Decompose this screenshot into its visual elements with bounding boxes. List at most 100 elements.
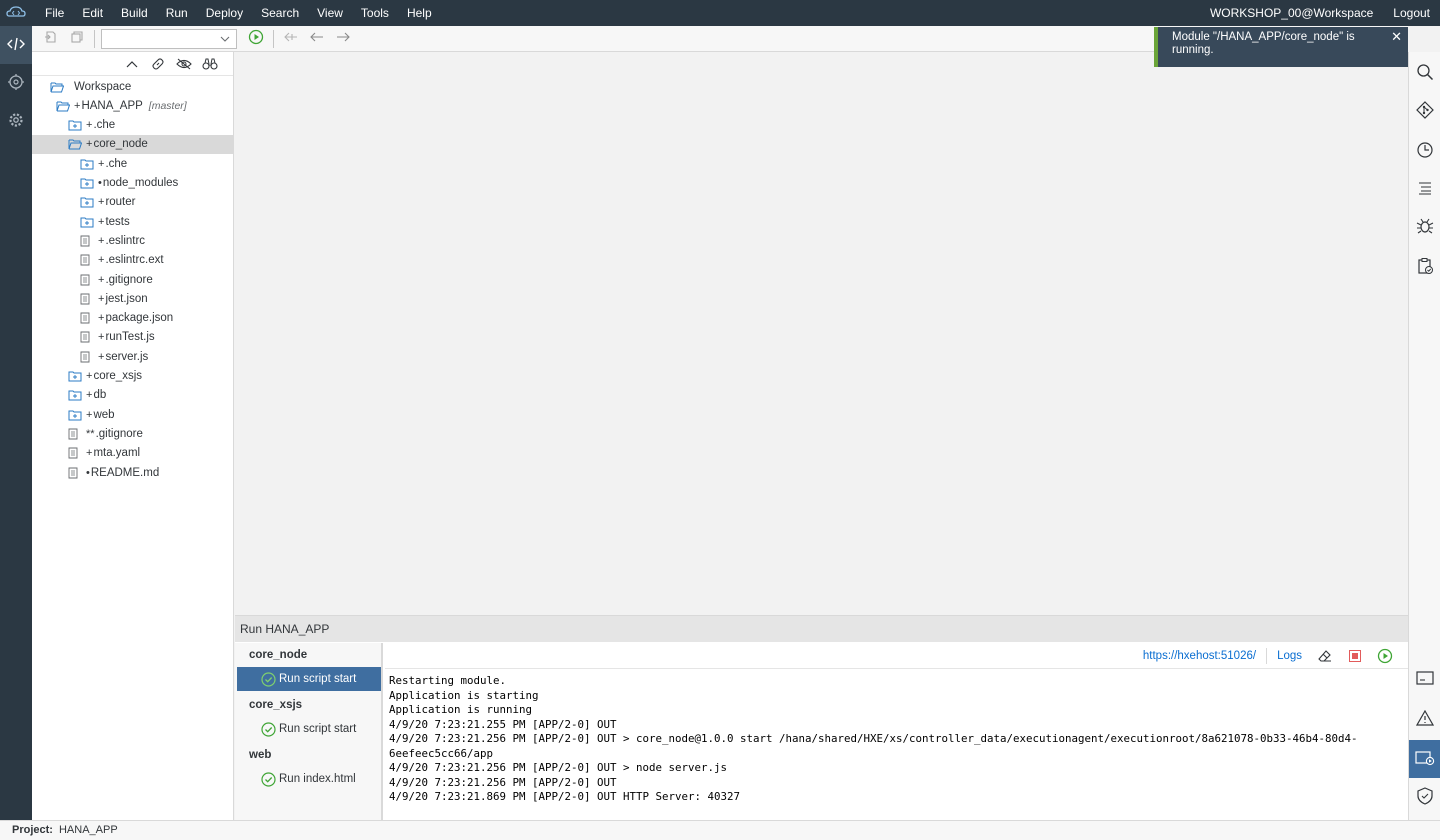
tree-folder[interactable]: + core_node	[32, 134, 234, 154]
tree-folder[interactable]: + .che	[32, 154, 234, 173]
run-configuration-select[interactable]	[101, 28, 237, 49]
run-config-web[interactable]: Run index.html	[237, 767, 381, 791]
menu-file[interactable]: File	[36, 0, 73, 26]
new-file-icon	[44, 30, 58, 47]
debugger-pane-button[interactable]	[1409, 208, 1440, 246]
tree-file[interactable]: + server.js	[32, 347, 234, 366]
menu-build[interactable]: Build	[112, 0, 157, 26]
editor-area	[235, 52, 1408, 614]
git-status-mark: +	[86, 119, 93, 132]
tree-folder[interactable]: + tests	[32, 212, 234, 231]
tree-folder[interactable]: + web	[32, 405, 234, 424]
navigate-back-button[interactable]	[304, 26, 330, 52]
tree-folder[interactable]: + db	[32, 386, 234, 405]
run-console-icon	[1415, 750, 1435, 769]
console-line: Restarting module.	[389, 674, 507, 687]
search-pane-button[interactable]	[1409, 54, 1440, 92]
run-config-label: Run script start	[279, 723, 357, 735]
git-status-mark: +	[86, 370, 93, 382]
toolbar-separator	[273, 29, 274, 48]
stop-button[interactable]	[1340, 645, 1370, 667]
file-icon	[80, 293, 94, 305]
folder-icon	[68, 389, 82, 401]
tree-file[interactable]: ** .gitignore	[32, 424, 234, 443]
run-icon	[248, 29, 264, 48]
tree-file[interactable]: + jest.json	[32, 289, 234, 308]
run-actions-bar: https://hxehost:51026/ Logs	[385, 643, 1408, 669]
hide-icon	[176, 58, 192, 69]
toggle-hidden-files-button[interactable]	[171, 53, 197, 75]
run-console-title: Run HANA_APP	[235, 616, 1408, 642]
debugger-icon	[1416, 217, 1434, 238]
clear-console-button[interactable]	[1310, 645, 1340, 667]
menu-view[interactable]: View	[308, 0, 352, 26]
git-pane-button[interactable]	[1409, 92, 1440, 130]
menu-tools[interactable]: Tools	[352, 0, 398, 26]
git-history-button[interactable]	[1409, 132, 1440, 170]
console-line: 4/9/20 7:23:21.869 PM [APP/2-0] OUT HTTP…	[389, 790, 741, 803]
tree-file[interactable]: + .eslintrc	[32, 231, 234, 250]
new-file-button[interactable]	[38, 26, 64, 52]
run-config-core-xsjs[interactable]: Run script start	[237, 717, 381, 741]
menu-search[interactable]: Search	[252, 0, 308, 26]
logout-link[interactable]: Logout	[1383, 0, 1440, 26]
arrow-left-icon	[309, 31, 325, 46]
tree-file[interactable]: + .eslintrc.ext	[32, 251, 234, 270]
problems-pane-button[interactable]	[1409, 700, 1440, 738]
menu-help[interactable]: Help	[398, 0, 441, 26]
rerun-button[interactable]	[1370, 645, 1400, 667]
collapse-all-button[interactable]	[119, 53, 145, 75]
tree-file[interactable]: + .gitignore	[32, 270, 234, 289]
outline-icon	[1417, 181, 1433, 198]
application-url-link[interactable]: https://hxehost:51026/	[1143, 650, 1256, 662]
tree-file[interactable]: + mta.yaml	[32, 444, 234, 463]
tree-folder[interactable]: Workspace	[32, 77, 234, 96]
folder-icon	[80, 158, 94, 170]
notification-message: Module "/HANA_APP/core_node" is running.	[1172, 31, 1355, 56]
gear-icon	[7, 111, 25, 132]
navigate-forward-button[interactable]	[330, 26, 356, 52]
save-all-button[interactable]	[64, 26, 90, 52]
tree-file[interactable]: • README.md	[32, 463, 234, 482]
modules-perspective-button[interactable]	[0, 64, 32, 102]
tree-folder[interactable]: + router	[32, 193, 234, 212]
menu-deploy[interactable]: Deploy	[197, 0, 252, 26]
tree-label: node_modules	[102, 177, 179, 189]
tree-folder[interactable]: • node_modules	[32, 174, 234, 193]
file-icon	[68, 428, 82, 440]
link-editor-button[interactable]	[145, 53, 171, 75]
close-icon[interactable]: ✕	[1391, 30, 1402, 43]
preferences-button[interactable]	[0, 102, 32, 140]
search-icon	[1416, 63, 1434, 84]
tree-folder[interactable]: + HANA_APP [master]	[32, 96, 234, 115]
success-check-icon	[261, 672, 276, 690]
outline-pane-button[interactable]	[1409, 170, 1440, 208]
development-perspective-button[interactable]	[0, 26, 32, 64]
logs-link[interactable]: Logs	[1277, 650, 1302, 662]
last-edit-icon	[283, 31, 299, 46]
git-status-mark: +	[86, 389, 93, 402]
user-name[interactable]: WORKSHOP_00@Workspace	[1200, 0, 1383, 26]
run-config-core-node[interactable]: Run script start	[237, 667, 381, 691]
security-pane-button[interactable]	[1409, 778, 1440, 816]
last-edit-location-button[interactable]	[278, 26, 304, 52]
console-output: Restarting module. Application is startin…	[385, 669, 1408, 805]
find-button[interactable]	[197, 53, 223, 75]
tree-label: README.md	[90, 466, 160, 479]
run-console-pane-button[interactable]	[1409, 740, 1440, 778]
tree-label: Workspace	[74, 80, 132, 93]
folder-icon	[80, 196, 94, 208]
tree-file[interactable]: + package.json	[32, 309, 234, 328]
code-check-button[interactable]	[1409, 248, 1440, 286]
tree-folder[interactable]: + core_xsjs	[32, 367, 234, 386]
tree-file[interactable]: + runTest.js	[32, 328, 234, 347]
run-button[interactable]	[243, 26, 269, 52]
tree-folder[interactable]: + .che	[32, 116, 234, 135]
menu-edit[interactable]: Edit	[73, 0, 112, 26]
menu-run[interactable]: Run	[157, 0, 197, 26]
project-label: Project:	[12, 824, 53, 836]
console-pane-button[interactable]	[1409, 660, 1440, 698]
folder-icon	[68, 119, 82, 131]
git-status-mark: +	[98, 234, 105, 247]
tree-label: router	[105, 196, 136, 209]
